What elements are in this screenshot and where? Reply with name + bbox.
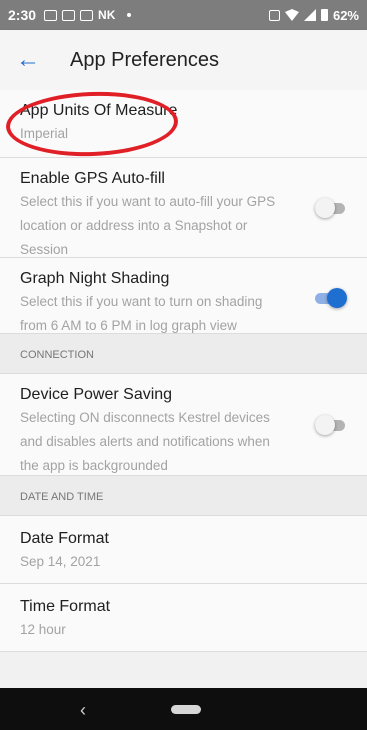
nav-back-icon[interactable]: ‹ — [80, 700, 86, 721]
time-format-title: Time Format — [20, 598, 111, 615]
battery-icon — [320, 9, 328, 21]
power-saving-title: Device Power Saving — [20, 386, 173, 403]
night-shading-toggle[interactable] — [315, 288, 347, 308]
message-icon — [44, 9, 58, 21]
wifi-icon — [284, 9, 299, 21]
night-shading-description: Select this if you want to turn on shadi… — [20, 294, 263, 333]
date-format-title: Date Format — [20, 530, 109, 547]
gps-toggle-thumb — [315, 198, 335, 218]
power-saving-description: Selecting ON disconnects Kestrel devices… — [20, 410, 270, 473]
signal-icon — [303, 9, 316, 21]
mail-icon — [80, 9, 94, 21]
settings-list: App Units Of Measure Imperial Enable GPS… — [0, 90, 367, 652]
back-arrow-icon[interactable]: ← — [0, 46, 56, 74]
date-format-setting[interactable]: Date Format Sep 14, 2021 — [0, 516, 367, 584]
vibrate-icon — [268, 9, 280, 21]
status-right: 62% — [268, 7, 359, 23]
page-title: App Preferences — [70, 48, 219, 71]
night-shading-title: Graph Night Shading — [20, 270, 170, 287]
status-time: 2:30 — [8, 7, 37, 23]
gps-description: Select this if you want to auto-fill you… — [20, 194, 276, 257]
time-format-value: 12 hour — [20, 622, 66, 637]
power-saving-setting[interactable]: Device Power Saving Selecting ON disconn… — [0, 374, 367, 476]
gps-setting[interactable]: Enable GPS Auto-fill Select this if you … — [0, 158, 367, 258]
status-bar: 2:30 NK 62% — [0, 0, 367, 30]
notification-text: NK — [98, 8, 116, 22]
datetime-section-header: DATE AND TIME — [0, 476, 367, 516]
nav-home-icon[interactable] — [171, 705, 201, 714]
connection-section-header: CONNECTION — [0, 334, 367, 374]
date-format-value: Sep 14, 2021 — [20, 554, 101, 569]
app-bar: ← App Preferences — [0, 30, 367, 90]
power-saving-toggle[interactable] — [315, 415, 347, 435]
time-format-setting[interactable]: Time Format 12 hour — [0, 584, 367, 652]
power-saving-toggle-thumb — [315, 415, 335, 435]
app-notification-icon — [62, 9, 76, 21]
gps-title: Enable GPS Auto-fill — [20, 170, 165, 187]
more-notifications-icon — [127, 13, 132, 17]
battery-level: 62% — [332, 7, 359, 23]
navigation-bar: ‹ — [0, 688, 367, 730]
night-shading-setting[interactable]: Graph Night Shading Select this if you w… — [0, 258, 367, 334]
night-shading-toggle-thumb — [327, 288, 347, 308]
gps-toggle[interactable] — [315, 198, 347, 218]
